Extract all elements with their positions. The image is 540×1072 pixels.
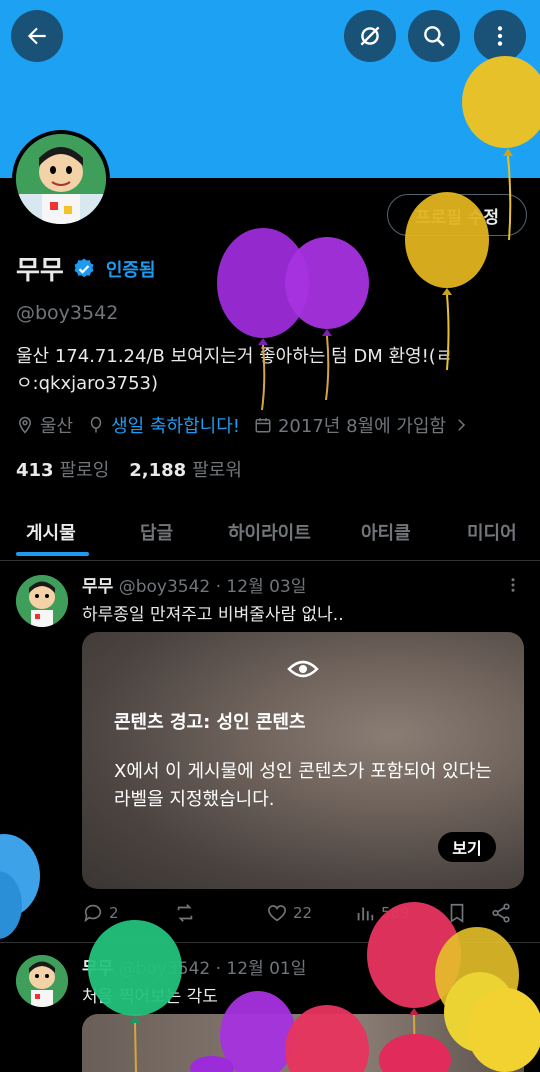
birthday-balloons-overlay (0, 56, 540, 1072)
balloon-gold-right-icon (435, 927, 540, 1072)
balloon-blue-left-icon (0, 834, 40, 939)
balloon-yellow-mid-icon (405, 192, 489, 371)
balloon-green-icon (88, 920, 182, 1072)
balloon-purple-bottom-icon (190, 991, 296, 1072)
balloon-pink-bottom-icon (285, 1005, 369, 1072)
